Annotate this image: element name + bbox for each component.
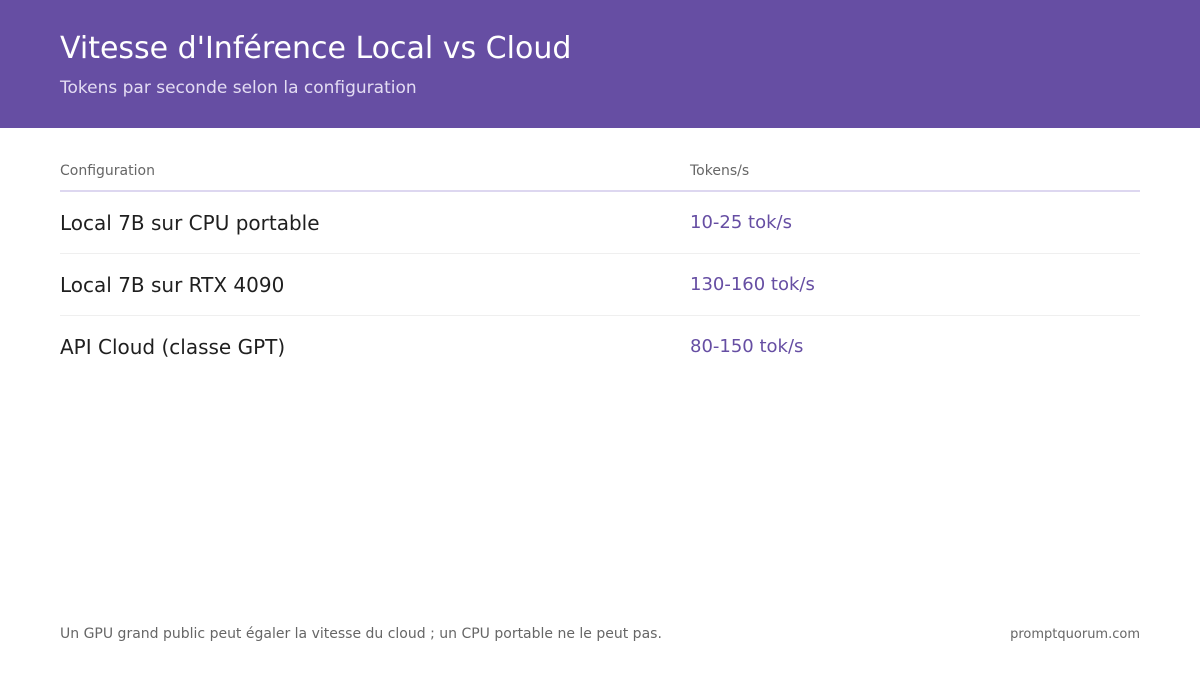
table-header-row: Configuration Tokens/s [60,150,1140,192]
inference-speed-table: Configuration Tokens/s Local 7B sur CPU … [60,150,1140,377]
column-header-configuration: Configuration [60,163,155,179]
tokens-per-second-cell: 130-160 tok/s [690,274,815,295]
column-header-tokens-per-second: Tokens/s [690,163,750,179]
configuration-cell: API Cloud (classe GPT) [60,335,286,359]
tokens-per-second-cell: 10-25 tok/s [690,212,792,233]
chart-title: Vitesse d'Inférence Local vs Cloud [60,31,572,66]
chart-subtitle: Tokens par seconde selon la configuratio… [60,78,417,98]
source-label: promptquorum.com [1010,627,1140,642]
configuration-cell: Local 7B sur CPU portable [60,211,320,235]
tokens-per-second-cell: 80-150 tok/s [690,336,804,357]
footer-note: Un GPU grand public peut égaler la vites… [60,626,662,642]
table-row: API Cloud (classe GPT) 80-150 tok/s [60,316,1140,377]
table-row: Local 7B sur CPU portable 10-25 tok/s [60,192,1140,254]
chart-header: Vitesse d'Inférence Local vs Cloud Token… [0,0,1200,128]
table-row: Local 7B sur RTX 4090 130-160 tok/s [60,254,1140,316]
configuration-cell: Local 7B sur RTX 4090 [60,273,285,297]
